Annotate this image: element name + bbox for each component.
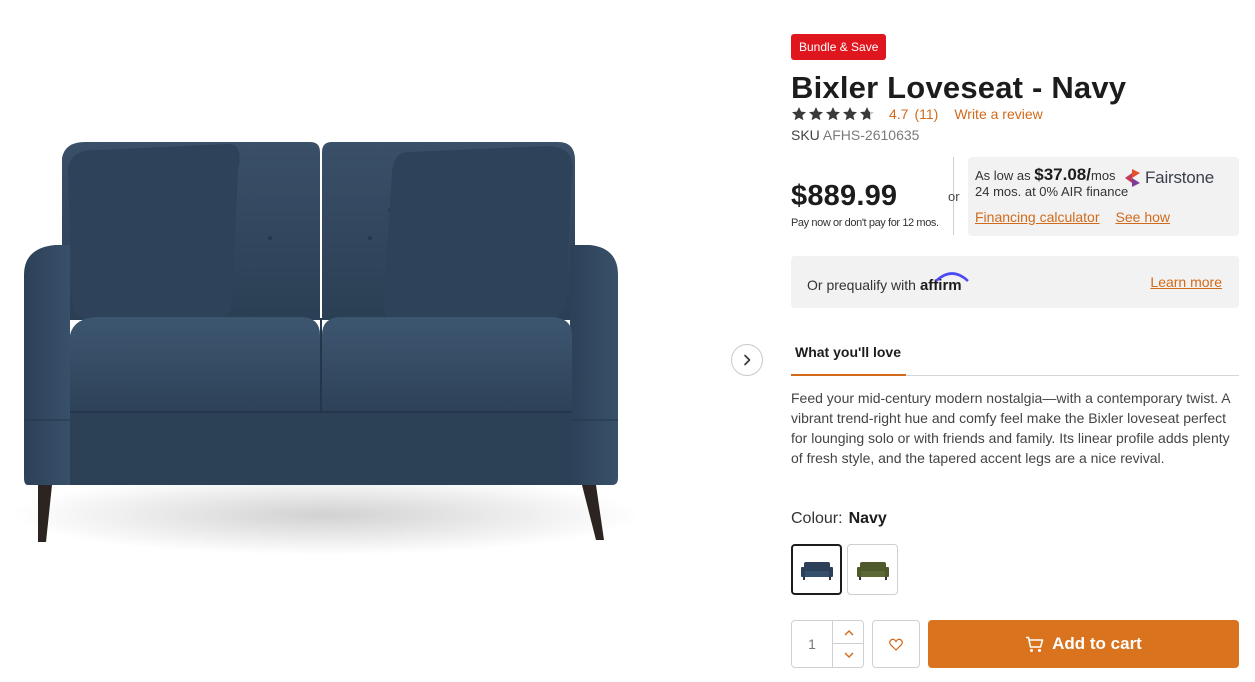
product-tabs: What you'll love bbox=[791, 334, 1239, 376]
cart-icon bbox=[1026, 636, 1044, 652]
navy-loveseat-thumbnail bbox=[800, 561, 833, 580]
heart-icon bbox=[889, 638, 903, 651]
swatch-navy[interactable] bbox=[791, 544, 842, 595]
see-how-link[interactable]: See how bbox=[1116, 209, 1170, 225]
quantity-stepper bbox=[791, 620, 864, 668]
next-image-button[interactable] bbox=[731, 344, 763, 376]
quantity-input[interactable] bbox=[792, 621, 832, 667]
write-review-link[interactable]: Write a review bbox=[954, 106, 1042, 122]
rating-value: 4.7 bbox=[889, 106, 909, 122]
quantity-decrease-button[interactable] bbox=[832, 644, 864, 667]
sku-value: AFHS-2610635 bbox=[822, 127, 920, 143]
review-count[interactable]: (11) bbox=[914, 106, 938, 122]
affirm-arc-icon bbox=[935, 272, 969, 282]
fairstone-logo-icon bbox=[1125, 169, 1140, 187]
add-to-cart-button[interactable]: Add to cart bbox=[928, 620, 1239, 668]
colour-value: Navy bbox=[848, 510, 887, 527]
swatch-green[interactable] bbox=[847, 544, 898, 595]
bundle-badge: Bundle & Save bbox=[791, 34, 887, 60]
product-details: Bundle & Save Bixler Loveseat - Navy 4.7… bbox=[791, 0, 1239, 682]
affirm-text: Or prequalify with affirm bbox=[807, 272, 969, 294]
product-title: Bixler Loveseat - Navy bbox=[791, 70, 1127, 105]
star-icon bbox=[826, 107, 840, 121]
mos-label: mos bbox=[1091, 168, 1116, 183]
chevron-down-icon bbox=[844, 652, 853, 658]
add-to-cart-label: Add to cart bbox=[1052, 634, 1142, 653]
affirm-prequalify: Or prequalify with affirm Learn more bbox=[791, 256, 1239, 308]
star-icon bbox=[809, 107, 823, 121]
colour-label: Colour: bbox=[791, 510, 843, 527]
star-icon bbox=[860, 107, 874, 121]
price-block: $889.99 Pay now or don't pay for 12 mos. bbox=[791, 180, 939, 229]
price-note: Pay now or don't pay for 12 mos. bbox=[791, 217, 939, 229]
monthly-amount: $37.08/ bbox=[1034, 165, 1091, 184]
financing-monthly: As low as $37.08/mos bbox=[975, 165, 1116, 185]
financing-calculator-link[interactable]: Financing calculator bbox=[975, 209, 1100, 225]
rating-row: 4.7 (11) Write a review bbox=[791, 105, 1043, 123]
green-loveseat-thumbnail bbox=[856, 561, 889, 580]
chevron-up-icon bbox=[844, 629, 853, 635]
fairstone-logo: Fairstone bbox=[1124, 168, 1214, 188]
star-icon bbox=[792, 107, 806, 121]
or-text: or bbox=[948, 189, 960, 204]
learn-more-link[interactable]: Learn more bbox=[1150, 274, 1222, 290]
price: $889.99 bbox=[791, 180, 898, 212]
colour-row: Colour: Navy bbox=[791, 510, 887, 528]
as-low-as-label: As low as bbox=[975, 168, 1031, 183]
quantity-increase-button[interactable] bbox=[832, 621, 864, 644]
tab-what-youll-love[interactable]: What you'll love bbox=[791, 334, 906, 376]
wishlist-button[interactable] bbox=[872, 620, 920, 668]
chevron-right-icon bbox=[744, 354, 751, 366]
star-icon bbox=[843, 107, 857, 121]
financing-box: As low as $37.08/mos 24 mos. at 0% AIR f… bbox=[968, 157, 1239, 236]
product-gallery bbox=[0, 0, 770, 682]
star-rating[interactable] bbox=[791, 106, 875, 122]
loveseat-illustration bbox=[10, 142, 640, 555]
sku: SKU AFHS-2610635 bbox=[791, 127, 919, 143]
product-description: Feed your mid-century modern nostalgia—w… bbox=[791, 390, 1230, 466]
product-image[interactable] bbox=[10, 130, 640, 570]
fairstone-wordmark: Fairstone bbox=[1145, 168, 1215, 187]
affirm-logo: affirm bbox=[920, 272, 969, 294]
financing-links: Financing calculator See how bbox=[975, 209, 1170, 225]
financing-terms: 24 mos. at 0% AIR finance bbox=[975, 184, 1129, 199]
sku-label: SKU bbox=[791, 127, 820, 143]
affirm-prequalify-label: Or prequalify with bbox=[807, 277, 916, 293]
